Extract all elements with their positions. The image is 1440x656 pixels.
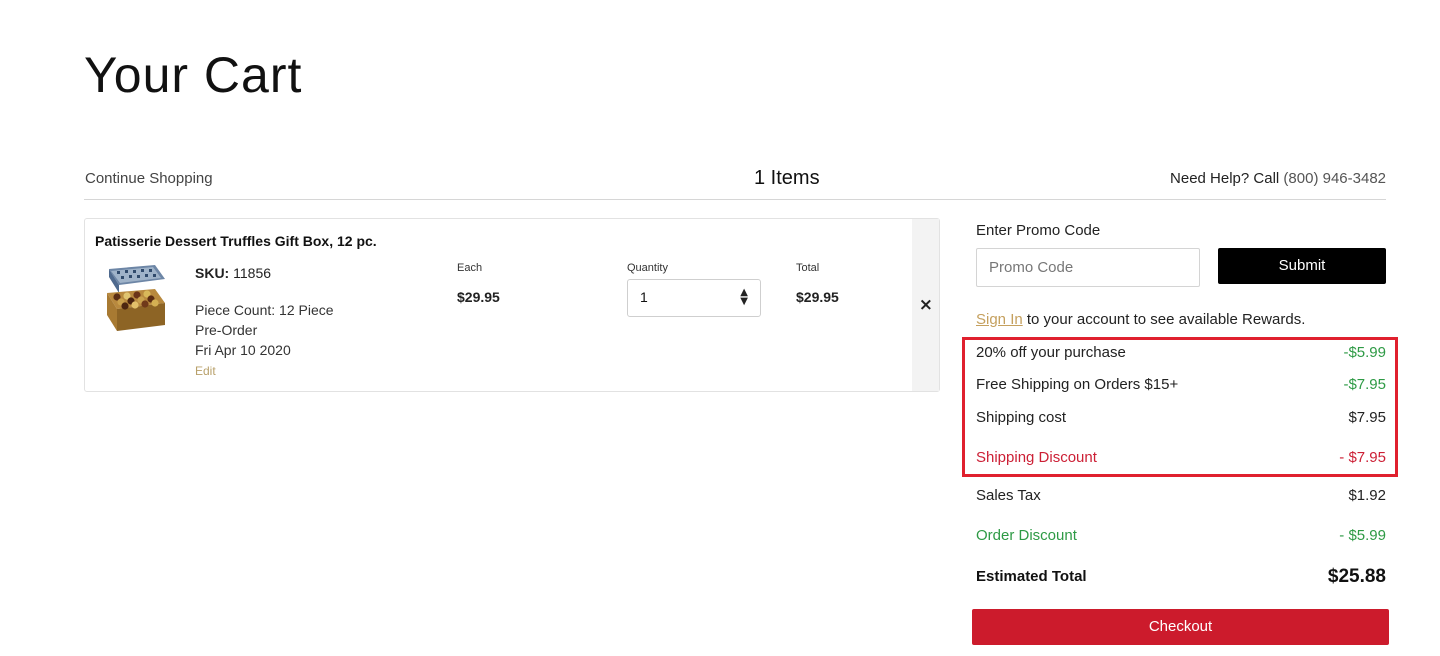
close-icon[interactable]: × [919,295,933,315]
each-price: $29.95 [457,289,500,305]
summary-value: - $7.95 [1339,449,1386,466]
up-down-arrows-icon: ▲ ▼ [740,287,748,307]
help-contact: Need Help? Call (800) 946-3482 [1170,170,1386,187]
summary-label: Order Discount [976,527,1077,544]
signin-rewards-message: to your account to see available Rewards… [1026,311,1306,328]
summary-value: $7.95 [1348,409,1386,426]
quantity-select[interactable]: 1 ▲ ▼ [627,279,761,317]
summary-value: $1.92 [1348,487,1386,504]
quantity-value: 1 [640,289,648,305]
total-label: Total [796,262,820,274]
summary-value: -$5.99 [1343,344,1386,361]
truffle-gift-box-image[interactable] [103,263,169,339]
summary-label: Sales Tax [976,487,1041,504]
summary-label: Shipping cost [976,409,1067,426]
estimated-total-value: $25.88 [1327,566,1386,587]
each-label: Each [457,262,483,274]
sku-value: 11856 [233,265,272,281]
cart-items-count: 1 Items [754,167,820,189]
summary-value: - $5.99 [1339,527,1386,544]
pre-order-label: Pre-Order [195,322,258,338]
sign-in-link[interactable]: Sign In [976,311,1023,328]
estimated-total-label: Estimated Total [976,568,1087,585]
cart-topbar: Continue Shopping 1 Items Need Help? Cal… [84,160,1386,200]
help-prefix: Need Help? Call [1170,170,1280,187]
cart-item-card: Patisserie Dessert Truffles Gift Box, 12… [84,218,940,392]
piece-count: Piece Count: 12 Piece [195,302,334,318]
line-total: $29.95 [796,289,839,305]
page-title: Your Cart [84,47,303,103]
summary-label: Free Shipping on Orders $15+ [976,376,1179,393]
quantity-label: Quantity [627,262,668,274]
edit-item-link[interactable]: Edit [195,364,216,378]
promo-code-input[interactable] [976,248,1200,287]
promo-submit-button[interactable]: Submit [1218,248,1386,284]
checkout-button[interactable]: Checkout [972,609,1389,645]
summary-label: Shipping Discount [976,449,1097,466]
promo-label: Enter Promo Code [976,222,1101,239]
help-phone-link[interactable]: (800) 946-3482 [1283,170,1386,187]
summary-value: -$7.95 [1343,376,1386,393]
product-sku: SKU: 11856 [195,265,271,281]
summary-label: 20% off your purchase [976,344,1126,361]
sku-label: SKU: [195,265,230,281]
product-name[interactable]: Patisserie Dessert Truffles Gift Box, 12… [95,233,377,249]
remove-column: × [912,219,939,391]
ship-date: Fri Apr 10 2020 [195,342,291,358]
signin-rewards-text: Sign In to your account to see available… [976,311,1305,328]
continue-shopping-link[interactable]: Continue Shopping [85,170,213,187]
